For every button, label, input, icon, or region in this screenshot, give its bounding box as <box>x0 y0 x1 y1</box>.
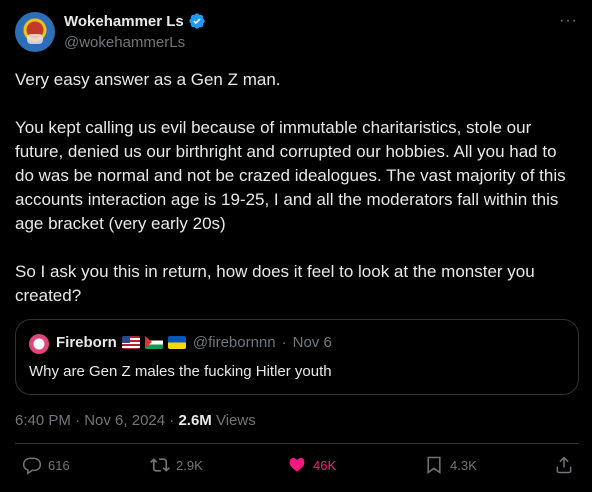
quote-date: Nov 6 <box>292 334 332 351</box>
repost-icon <box>150 458 170 472</box>
quote-separator: · <box>281 334 287 351</box>
quote-avatar <box>29 334 49 354</box>
tweet-date[interactable]: Nov 6, 2024 <box>84 412 165 429</box>
views-label: Views <box>215 412 256 429</box>
quote-author-name: Fireborn <box>56 334 117 351</box>
bookmark-count: 4.3K <box>450 457 477 473</box>
share-button[interactable] <box>554 455 574 475</box>
share-icon <box>556 456 572 474</box>
like-count: 46K <box>313 457 337 473</box>
author-name-row: Wokehammer Ls <box>64 12 206 30</box>
views-count: 2.6M <box>178 412 212 429</box>
quote-author-handle: @firebornnn <box>192 334 276 351</box>
reply-icon <box>22 457 42 475</box>
palestine-flag-icon <box>144 336 163 349</box>
repost-button[interactable]: 2.9K <box>150 455 203 475</box>
meta-separator: · <box>75 412 81 429</box>
action-bar: 616 2.9K 46K 4.3K <box>0 455 592 481</box>
heart-filled-icon <box>289 458 305 472</box>
divider <box>15 443 579 444</box>
verified-badge-icon <box>189 13 205 29</box>
author-display-name[interactable]: Wokehammer Ls <box>64 13 184 30</box>
reply-button[interactable]: 616 <box>22 455 70 475</box>
tweet-text: Very easy answer as a Gen Z man. You kep… <box>15 70 566 305</box>
us-flag-icon <box>121 336 140 349</box>
more-options-icon[interactable]: ··· <box>559 12 578 30</box>
meta-separator-2: · <box>169 412 175 429</box>
bookmark-icon <box>427 456 441 474</box>
quote-header: Fireborn @firebornnn · Nov 6 <box>56 334 332 351</box>
bookmark-button[interactable]: 4.3K <box>424 455 477 475</box>
ukraine-flag-icon <box>167 336 186 349</box>
repost-count: 2.9K <box>176 457 203 473</box>
like-button[interactable]: 46K <box>287 455 336 475</box>
author-handle[interactable]: @wokehammerLs <box>64 34 185 51</box>
tweet-meta: 6:40 PM · Nov 6, 2024 · 2.6M Views <box>15 412 256 429</box>
author-avatar[interactable] <box>15 12 55 52</box>
quoted-tweet[interactable]: Fireborn @firebornnn · Nov 6 Why are Gen… <box>15 319 579 395</box>
tweet-time[interactable]: 6:40 PM <box>15 412 71 429</box>
quote-text: Why are Gen Z males the fucking Hitler y… <box>29 363 332 380</box>
reply-count: 616 <box>48 457 70 473</box>
